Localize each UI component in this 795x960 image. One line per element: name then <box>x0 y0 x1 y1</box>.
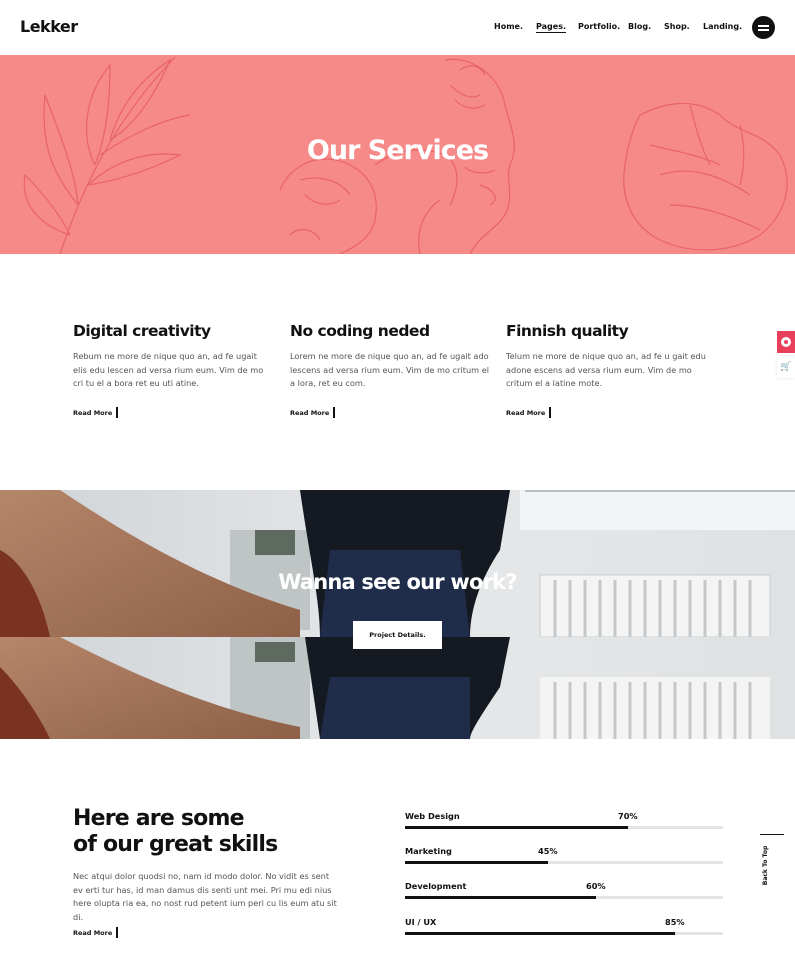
skill-name: Development <box>405 881 467 891</box>
service-card-no-coding: No coding neded Lorem ne more de nique q… <box>290 322 490 391</box>
skills-title-line: Here are some <box>73 806 245 831</box>
read-more-link[interactable]: Read More <box>290 407 335 418</box>
skill-track <box>405 826 723 829</box>
skill-name: Marketing <box>405 846 452 856</box>
skills-description: Nec atqui dolor quodsi no, nam id modo d… <box>73 871 337 922</box>
skill-fill <box>405 861 548 864</box>
service-text: Telum ne more de nique quo an, ad fe u g… <box>506 351 706 388</box>
read-more-link[interactable]: Read More <box>73 927 118 938</box>
service-title: No coding neded <box>290 322 430 340</box>
office-photo <box>0 490 795 739</box>
cart-icon[interactable]: 🛒 <box>777 356 795 378</box>
skill-track <box>405 896 723 899</box>
service-text: Rebum ne more de nique quo an, ad fe uga… <box>73 351 264 388</box>
hamburger-menu-button[interactable] <box>752 16 775 39</box>
skill-track <box>405 861 723 864</box>
skills-title: Here are some of our great skills <box>73 806 278 858</box>
skill-fill <box>405 932 675 935</box>
skill-name: UI / UX <box>405 917 437 927</box>
read-more-bar <box>116 927 118 938</box>
service-text: Lorem ne more de nique quo an, ad fe uga… <box>290 351 490 388</box>
nav-blog[interactable]: Blog. <box>628 22 651 31</box>
read-more-link[interactable]: Read More <box>506 407 551 418</box>
read-more-bar <box>549 407 551 418</box>
read-more-label: Read More <box>506 409 546 417</box>
skill-fill <box>405 896 596 899</box>
nav-home[interactable]: Home. <box>494 22 523 31</box>
hamburger-line <box>758 29 769 31</box>
nav-portfolio[interactable]: Portfolio. <box>578 22 620 31</box>
site-header: Lekker Home. Pages. Portfolio. Blog. Sho… <box>0 0 795 55</box>
back-to-top-link[interactable]: Back To Top <box>760 834 784 894</box>
site-logo[interactable]: Lekker <box>20 17 78 36</box>
hero-banner: Our Services <box>0 55 795 254</box>
nav-landing[interactable]: Landing. <box>703 22 742 31</box>
skill-percent: 60% <box>586 881 606 891</box>
project-details-button[interactable]: Project Details. <box>353 621 442 649</box>
hamburger-line <box>758 25 769 27</box>
back-to-top-line <box>760 834 784 835</box>
back-to-top-label: Back To Top <box>762 845 770 886</box>
work-title: Wanna see our work? <box>278 570 517 594</box>
nav-shop[interactable]: Shop. <box>664 22 690 31</box>
service-card-digital-creativity: Digital creativity Rebum ne more de niqu… <box>73 322 273 391</box>
service-title: Finnish quality <box>506 322 629 340</box>
read-more-link[interactable]: Read More <box>73 407 118 418</box>
skill-percent: 70% <box>618 811 638 821</box>
skill-percent: 45% <box>538 846 558 856</box>
nav-pages[interactable]: Pages. <box>536 22 566 31</box>
lifebuoy-icon[interactable] <box>777 331 795 353</box>
work-photo-banner: Wanna see our work? Project Details. <box>0 490 795 739</box>
read-more-label: Read More <box>73 929 113 937</box>
skill-fill <box>405 826 628 829</box>
page-title: Our Services <box>306 135 489 166</box>
service-title: Digital creativity <box>73 322 211 340</box>
read-more-label: Read More <box>73 409 113 417</box>
skills-title-line: of our great skills <box>73 832 278 857</box>
skill-track <box>405 932 723 935</box>
read-more-bar <box>116 407 118 418</box>
read-more-label: Read More <box>290 409 330 417</box>
skill-name: Web Design <box>405 811 460 821</box>
read-more-bar <box>333 407 335 418</box>
service-card-finnish-quality: Finnish quality Telum ne more de nique q… <box>506 322 706 391</box>
skill-percent: 85% <box>665 917 685 927</box>
